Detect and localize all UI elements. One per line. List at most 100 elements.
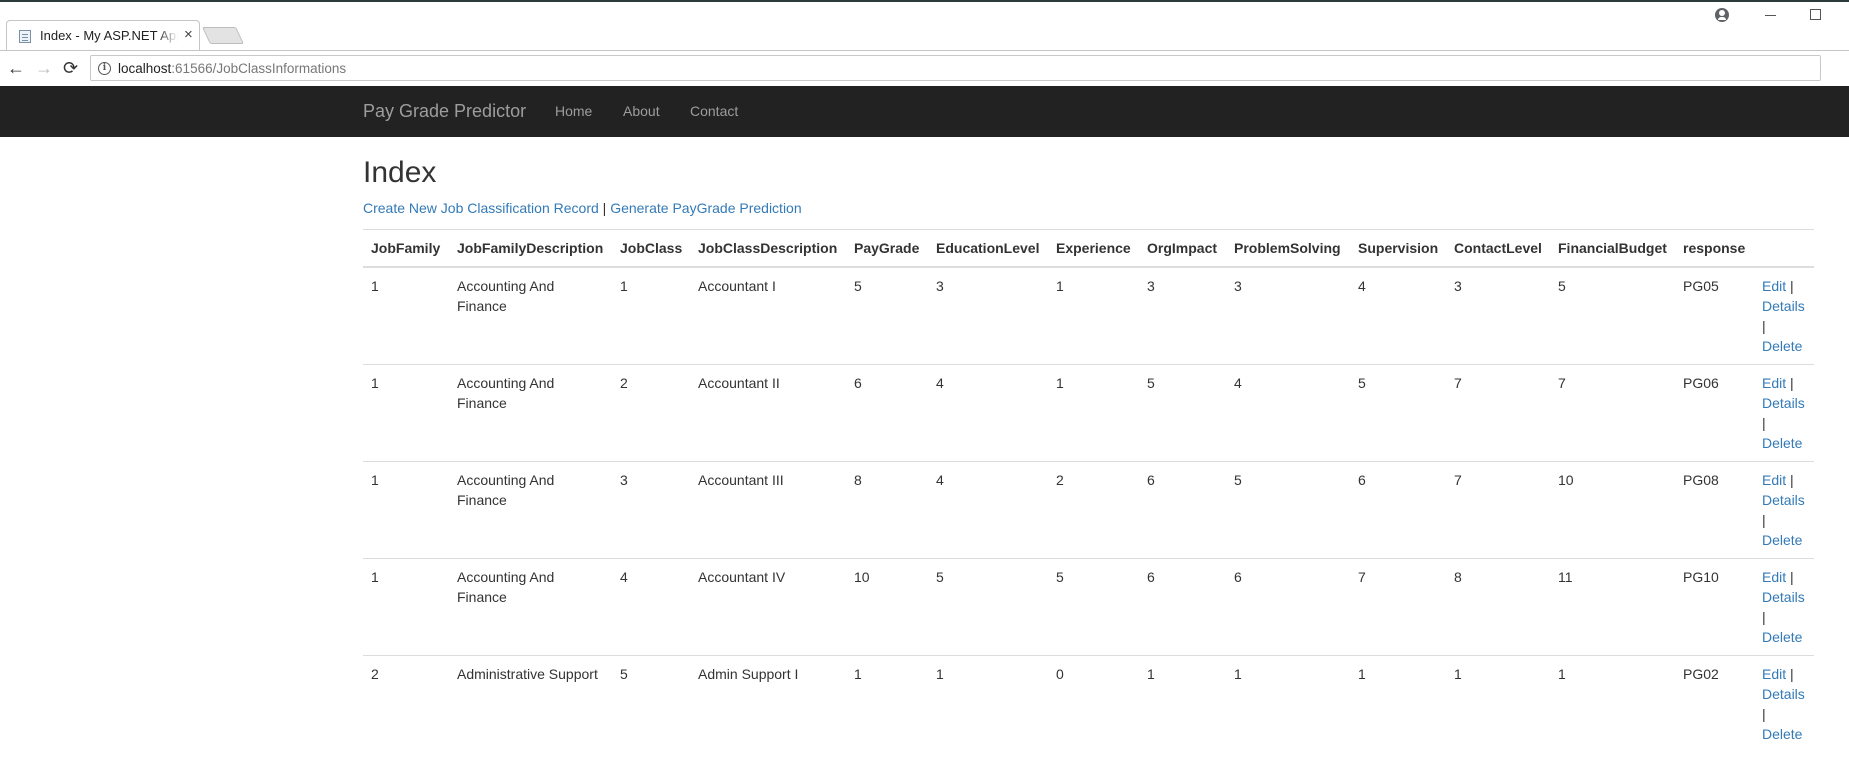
cell-contactlevel: 8 [1446, 558, 1550, 656]
cell-educationlevel: 3 [928, 266, 1048, 365]
row-actions: Edit | Details | Delete [1754, 364, 1814, 462]
cell-supervision: 5 [1350, 364, 1446, 462]
address-bar[interactable]: i localhost:61566/JobClassInformations ☆ [90, 55, 1821, 81]
minimize-window-icon[interactable] [1765, 15, 1776, 16]
row-actions: Edit | Details | Delete [1754, 655, 1814, 753]
cell-supervision: 1 [1350, 655, 1446, 753]
cell-educationlevel: 4 [928, 364, 1048, 462]
edit-link[interactable]: Edit [1762, 375, 1786, 391]
edit-link[interactable]: Edit [1762, 666, 1786, 682]
cell-experience: 0 [1048, 655, 1139, 753]
column-header-problemsolving: ProblemSolving [1226, 229, 1350, 268]
cell-problemsolving: 3 [1226, 266, 1350, 365]
cell-experience: 1 [1048, 266, 1139, 365]
cell-orgimpact: 6 [1139, 558, 1226, 656]
site-info-icon[interactable]: i [98, 62, 111, 75]
edit-link[interactable]: Edit [1762, 569, 1786, 585]
table-body: 1 Accounting And Finance 1 Accountant I5313… [363, 266, 1814, 753]
cell-problemsolving: 5 [1226, 461, 1350, 559]
row-actions: Edit | Details | Delete [1754, 461, 1814, 559]
tab-title: Index - My ASP.NET Appl [40, 28, 178, 43]
cell-jobfamilydescription: Accounting And Finance [449, 461, 612, 559]
generate-prediction-link[interactable]: Generate PayGrade Prediction [610, 200, 801, 216]
header-row: JobFamily JobFamilyDescription JobClass Job… [363, 229, 1814, 268]
cell-response: PG02 [1675, 655, 1754, 753]
cell-jobfamily: 2 [363, 655, 449, 753]
action-separator: | [1790, 666, 1794, 682]
edit-link[interactable]: Edit [1762, 278, 1786, 294]
cell-paygrade: 6 [846, 364, 928, 462]
cell-response: PG06 [1675, 364, 1754, 462]
cell-experience: 5 [1048, 558, 1139, 656]
cell-paygrade: 10 [846, 558, 928, 656]
brand-link[interactable]: Pay Grade Predictor [363, 101, 526, 122]
page-title: Index [363, 156, 437, 189]
cell-financialbudget: 1 [1550, 655, 1675, 753]
cell-jobclass: 2 [612, 364, 690, 462]
cell-educationlevel: 5 [928, 558, 1048, 656]
cell-jobclassdescription: Admin Support I [690, 655, 846, 753]
column-header-paygrade: PayGrade [846, 229, 928, 268]
details-link[interactable]: Details [1762, 298, 1805, 314]
cell-jobclass: 3 [612, 461, 690, 559]
job-class-table: JobFamily JobFamilyDescription JobClass Job… [363, 229, 1814, 753]
back-arrow-icon[interactable]: ← [7, 57, 25, 79]
cell-paygrade: 8 [846, 461, 928, 559]
nav-link-about[interactable]: About [623, 103, 660, 119]
cell-orgimpact: 3 [1139, 266, 1226, 365]
cell-contactlevel: 7 [1446, 461, 1550, 559]
cell-financialbudget: 10 [1550, 461, 1675, 559]
cell-paygrade: 5 [846, 266, 928, 365]
table-row: 1 Accounting And Finance 4 Accountant IV 10 5… [363, 558, 1814, 656]
cell-contactlevel: 3 [1446, 266, 1550, 365]
action-separator: | [1762, 512, 1766, 528]
action-separator: | [1762, 609, 1766, 625]
details-link[interactable]: Details [1762, 589, 1805, 605]
forward-arrow-icon[interactable]: → [35, 57, 53, 79]
cell-contactlevel: 1 [1446, 655, 1550, 753]
delete-link[interactable]: Delete [1762, 532, 1802, 548]
url-text[interactable]: localhost:61566/JobClassInformations [118, 61, 346, 76]
cell-financialbudget: 5 [1550, 266, 1675, 365]
cell-contactlevel: 7 [1446, 364, 1550, 462]
cell-jobfamilydescription: Administrative Support [449, 655, 612, 753]
cell-jobclassdescription: Accountant III [690, 461, 846, 559]
delete-link[interactable]: Delete [1762, 726, 1802, 742]
delete-link[interactable]: Delete [1762, 338, 1802, 354]
page-actions: Create New Job Classification Record | G… [363, 200, 802, 216]
column-header-jobfamily: JobFamily [363, 229, 449, 268]
cell-problemsolving: 4 [1226, 364, 1350, 462]
reload-icon[interactable]: ⟳ [63, 57, 78, 79]
cell-orgimpact: 5 [1139, 364, 1226, 462]
cell-jobfamily: 1 [363, 461, 449, 559]
table-row: 2 Administrative Support 5 Admin Support I 1… [363, 655, 1814, 753]
action-separator: | [1790, 375, 1794, 391]
cell-jobclass: 5 [612, 655, 690, 753]
maximize-window-icon[interactable] [1810, 9, 1821, 20]
details-link[interactable]: Details [1762, 686, 1805, 702]
cell-jobfamilydescription: Accounting And Finance [449, 364, 612, 462]
cell-jobclass: 4 [612, 558, 690, 656]
create-new-record-link[interactable]: Create New Job Classification Record [363, 200, 599, 216]
browser-tab-active[interactable]: Index - My ASP.NET Appl × [6, 20, 200, 50]
cell-jobfamily: 1 [363, 364, 449, 462]
browser-toolbar: ← → ⟳ i localhost:61566/JobClassInformat… [0, 50, 1849, 86]
column-header-financialbudget: FinancialBudget [1550, 229, 1675, 268]
nav-link-home[interactable]: Home [555, 103, 592, 119]
column-header-supervision: Supervision [1350, 229, 1446, 268]
tab-close-icon[interactable]: × [184, 26, 193, 44]
url-path: :61566/JobClassInformations [171, 61, 347, 76]
edit-link[interactable]: Edit [1762, 472, 1786, 488]
action-separator: | [1762, 318, 1766, 334]
column-header-educationlevel: EducationLevel [928, 229, 1048, 268]
profile-icon[interactable] [1715, 8, 1729, 22]
details-link[interactable]: Details [1762, 395, 1805, 411]
cell-jobfamilydescription: Accounting And Finance [449, 266, 612, 365]
nav-link-contact[interactable]: Contact [690, 103, 738, 119]
details-link[interactable]: Details [1762, 492, 1805, 508]
table-header: JobFamily JobFamilyDescription JobClass Job… [363, 229, 1814, 268]
new-tab-button[interactable] [202, 27, 244, 44]
delete-link[interactable]: Delete [1762, 629, 1802, 645]
delete-link[interactable]: Delete [1762, 435, 1802, 451]
column-header-orgimpact: OrgImpact [1139, 229, 1226, 268]
